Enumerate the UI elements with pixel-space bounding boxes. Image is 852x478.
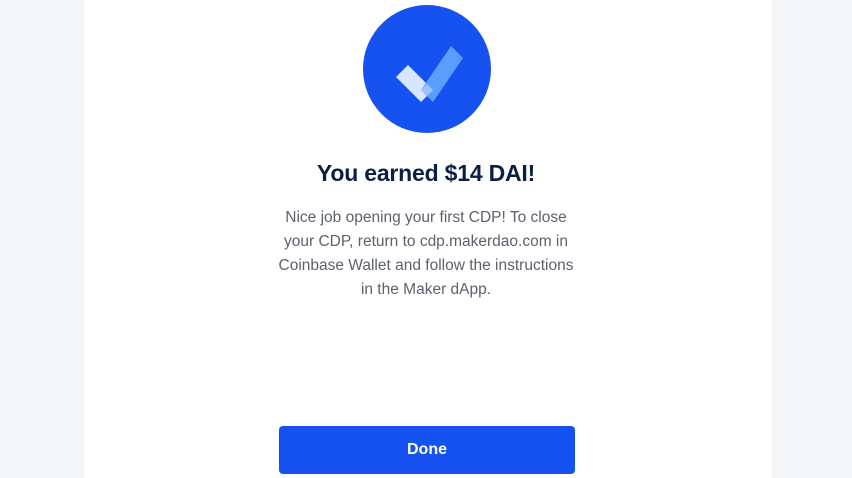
done-button[interactable]: Done: [279, 426, 575, 474]
checkmark-icon: [396, 46, 463, 102]
success-badge: [363, 5, 491, 133]
page: You earned $14 DAI! Nice job opening you…: [0, 0, 852, 478]
reward-message: Nice job opening your first CDP! To clos…: [278, 209, 574, 298]
reward-title: You earned $14 DAI!: [316, 160, 536, 186]
